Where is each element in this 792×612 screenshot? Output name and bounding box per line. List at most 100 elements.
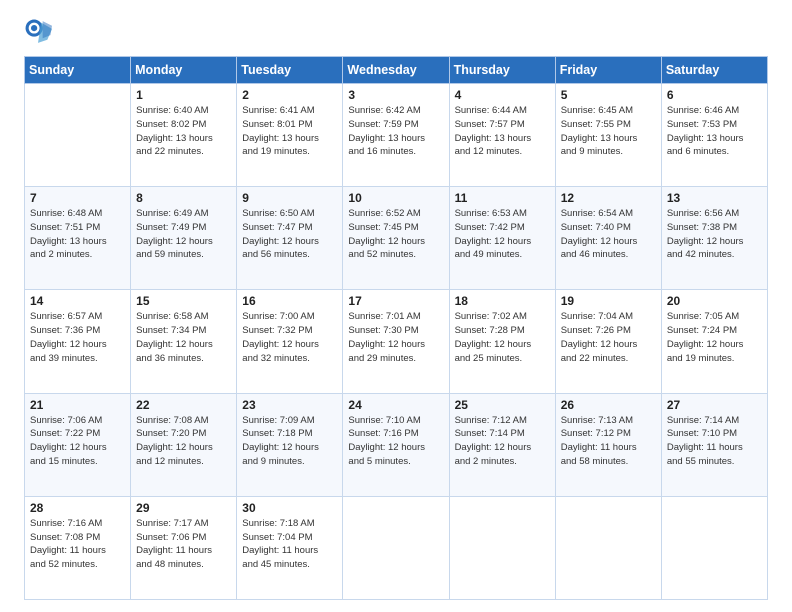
day-number: 4	[455, 88, 550, 102]
day-number: 21	[30, 398, 125, 412]
day-cell: 20Sunrise: 7:05 AM Sunset: 7:24 PM Dayli…	[661, 290, 767, 393]
day-number: 1	[136, 88, 231, 102]
logo	[24, 18, 56, 46]
day-info: Sunrise: 7:02 AM Sunset: 7:28 PM Dayligh…	[455, 310, 550, 365]
day-number: 27	[667, 398, 762, 412]
day-cell: 28 Sunrise: 7:16 AM Sunset: 7:08 PM Dayli…	[25, 496, 131, 599]
weekday-header-thursday: Thursday	[449, 57, 555, 84]
day-info: Sunrise: 7:06 AM Sunset: 7:22 PM Dayligh…	[30, 414, 125, 469]
calendar-table: SundayMondayTuesdayWednesdayThursdayFrid…	[24, 56, 768, 600]
day-number: 12	[561, 191, 656, 205]
week-row-2: 7 Sunrise: 6:48 AM Sunset: 7:51 PM Daylig…	[25, 187, 768, 290]
day-cell: 24Sunrise: 7:10 AM Sunset: 7:16 PM Dayli…	[343, 393, 449, 496]
day-number: 7	[30, 191, 125, 205]
day-cell	[25, 84, 131, 187]
day-cell: 2 Sunrise: 6:41 AM Sunset: 8:01 PM Daylig…	[237, 84, 343, 187]
day-number: 15	[136, 294, 231, 308]
weekday-header-monday: Monday	[131, 57, 237, 84]
day-cell: 18 Sunrise: 7:02 AM Sunset: 7:28 PM Dayli…	[449, 290, 555, 393]
day-number: 23	[242, 398, 337, 412]
day-cell	[343, 496, 449, 599]
day-number: 10	[348, 191, 443, 205]
weekday-header-sunday: Sunday	[25, 57, 131, 84]
day-cell	[449, 496, 555, 599]
day-number: 14	[30, 294, 125, 308]
day-cell: 25 Sunrise: 7:12 AM Sunset: 7:14 PM Dayli…	[449, 393, 555, 496]
week-row-4: 21 Sunrise: 7:06 AM Sunset: 7:22 PM Dayli…	[25, 393, 768, 496]
calendar-body: 1 Sunrise: 6:40 AM Sunset: 8:02 PM Daylig…	[25, 84, 768, 600]
week-row-5: 28 Sunrise: 7:16 AM Sunset: 7:08 PM Dayli…	[25, 496, 768, 599]
day-info: Sunrise: 7:16 AM Sunset: 7:08 PM Dayligh…	[30, 517, 125, 572]
day-info: Sunrise: 7:13 AM Sunset: 7:12 PM Dayligh…	[561, 414, 656, 469]
day-cell: 19Sunrise: 7:04 AM Sunset: 7:26 PM Dayli…	[555, 290, 661, 393]
weekday-header-saturday: Saturday	[661, 57, 767, 84]
day-cell: 16Sunrise: 7:00 AM Sunset: 7:32 PM Dayli…	[237, 290, 343, 393]
day-info: Sunrise: 7:10 AM Sunset: 7:16 PM Dayligh…	[348, 414, 443, 469]
day-info: Sunrise: 6:42 AM Sunset: 7:59 PM Dayligh…	[348, 104, 443, 159]
day-info: Sunrise: 7:12 AM Sunset: 7:14 PM Dayligh…	[455, 414, 550, 469]
day-cell: 30Sunrise: 7:18 AM Sunset: 7:04 PM Dayli…	[237, 496, 343, 599]
day-info: Sunrise: 6:56 AM Sunset: 7:38 PM Dayligh…	[667, 207, 762, 262]
day-info: Sunrise: 6:48 AM Sunset: 7:51 PM Dayligh…	[30, 207, 125, 262]
day-info: Sunrise: 7:05 AM Sunset: 7:24 PM Dayligh…	[667, 310, 762, 365]
day-number: 28	[30, 501, 125, 515]
day-cell: 7 Sunrise: 6:48 AM Sunset: 7:51 PM Daylig…	[25, 187, 131, 290]
day-info: Sunrise: 6:54 AM Sunset: 7:40 PM Dayligh…	[561, 207, 656, 262]
day-cell: 27 Sunrise: 7:14 AM Sunset: 7:10 PM Dayli…	[661, 393, 767, 496]
day-number: 11	[455, 191, 550, 205]
day-cell: 10 Sunrise: 6:52 AM Sunset: 7:45 PM Dayli…	[343, 187, 449, 290]
day-info: Sunrise: 7:09 AM Sunset: 7:18 PM Dayligh…	[242, 414, 337, 469]
day-info: Sunrise: 7:00 AM Sunset: 7:32 PM Dayligh…	[242, 310, 337, 365]
day-number: 25	[455, 398, 550, 412]
day-cell: 15 Sunrise: 6:58 AM Sunset: 7:34 PM Dayli…	[131, 290, 237, 393]
day-info: Sunrise: 6:41 AM Sunset: 8:01 PM Dayligh…	[242, 104, 337, 159]
day-number: 13	[667, 191, 762, 205]
day-cell: 9Sunrise: 6:50 AM Sunset: 7:47 PM Daylig…	[237, 187, 343, 290]
weekday-header-row: SundayMondayTuesdayWednesdayThursdayFrid…	[25, 57, 768, 84]
day-info: Sunrise: 7:01 AM Sunset: 7:30 PM Dayligh…	[348, 310, 443, 365]
day-cell: 6Sunrise: 6:46 AM Sunset: 7:53 PM Daylig…	[661, 84, 767, 187]
day-info: Sunrise: 6:58 AM Sunset: 7:34 PM Dayligh…	[136, 310, 231, 365]
day-number: 2	[242, 88, 337, 102]
day-cell: 1 Sunrise: 6:40 AM Sunset: 8:02 PM Daylig…	[131, 84, 237, 187]
weekday-header-friday: Friday	[555, 57, 661, 84]
day-cell: 8 Sunrise: 6:49 AM Sunset: 7:49 PM Daylig…	[131, 187, 237, 290]
day-number: 5	[561, 88, 656, 102]
day-number: 18	[455, 294, 550, 308]
header	[24, 18, 768, 46]
day-cell	[661, 496, 767, 599]
day-cell: 14 Sunrise: 6:57 AM Sunset: 7:36 PM Dayli…	[25, 290, 131, 393]
day-cell: 5 Sunrise: 6:45 AM Sunset: 7:55 PM Daylig…	[555, 84, 661, 187]
day-number: 9	[242, 191, 337, 205]
day-number: 19	[561, 294, 656, 308]
day-number: 22	[136, 398, 231, 412]
day-info: Sunrise: 6:52 AM Sunset: 7:45 PM Dayligh…	[348, 207, 443, 262]
day-cell: 22Sunrise: 7:08 AM Sunset: 7:20 PM Dayli…	[131, 393, 237, 496]
week-row-1: 1 Sunrise: 6:40 AM Sunset: 8:02 PM Daylig…	[25, 84, 768, 187]
weekday-header-wednesday: Wednesday	[343, 57, 449, 84]
day-info: Sunrise: 6:53 AM Sunset: 7:42 PM Dayligh…	[455, 207, 550, 262]
day-cell: 21 Sunrise: 7:06 AM Sunset: 7:22 PM Dayli…	[25, 393, 131, 496]
day-cell: 13 Sunrise: 6:56 AM Sunset: 7:38 PM Dayli…	[661, 187, 767, 290]
day-number: 6	[667, 88, 762, 102]
day-info: Sunrise: 7:17 AM Sunset: 7:06 PM Dayligh…	[136, 517, 231, 572]
logo-icon	[24, 18, 52, 46]
day-cell: 17Sunrise: 7:01 AM Sunset: 7:30 PM Dayli…	[343, 290, 449, 393]
day-cell: 29 Sunrise: 7:17 AM Sunset: 7:06 PM Dayli…	[131, 496, 237, 599]
day-info: Sunrise: 6:40 AM Sunset: 8:02 PM Dayligh…	[136, 104, 231, 159]
day-cell: 12 Sunrise: 6:54 AM Sunset: 7:40 PM Dayli…	[555, 187, 661, 290]
day-cell: 26 Sunrise: 7:13 AM Sunset: 7:12 PM Dayli…	[555, 393, 661, 496]
day-info: Sunrise: 6:57 AM Sunset: 7:36 PM Dayligh…	[30, 310, 125, 365]
day-info: Sunrise: 6:45 AM Sunset: 7:55 PM Dayligh…	[561, 104, 656, 159]
day-number: 29	[136, 501, 231, 515]
day-number: 3	[348, 88, 443, 102]
week-row-3: 14 Sunrise: 6:57 AM Sunset: 7:36 PM Dayli…	[25, 290, 768, 393]
day-info: Sunrise: 6:49 AM Sunset: 7:49 PM Dayligh…	[136, 207, 231, 262]
day-cell: 3 Sunrise: 6:42 AM Sunset: 7:59 PM Daylig…	[343, 84, 449, 187]
day-number: 8	[136, 191, 231, 205]
day-info: Sunrise: 7:14 AM Sunset: 7:10 PM Dayligh…	[667, 414, 762, 469]
day-number: 26	[561, 398, 656, 412]
day-info: Sunrise: 6:44 AM Sunset: 7:57 PM Dayligh…	[455, 104, 550, 159]
day-number: 30	[242, 501, 337, 515]
day-cell: 11 Sunrise: 6:53 AM Sunset: 7:42 PM Dayli…	[449, 187, 555, 290]
